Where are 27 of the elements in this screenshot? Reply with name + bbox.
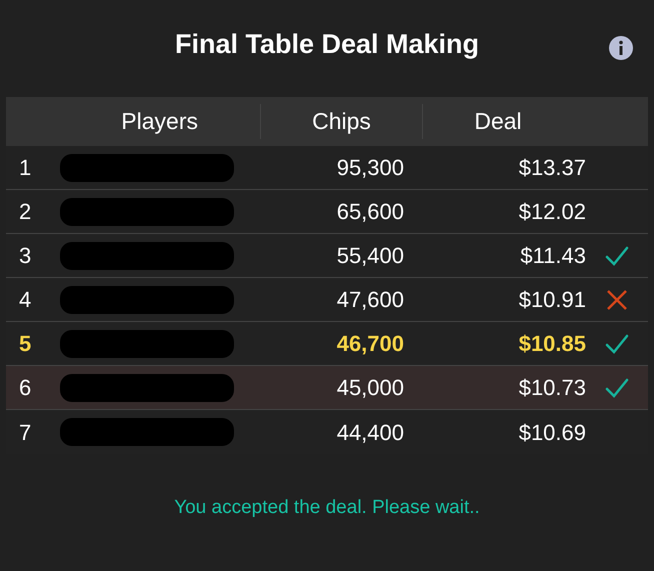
- info-icon[interactable]: [608, 35, 634, 61]
- deal-cell-text: $12.02: [518, 198, 586, 226]
- rank-cell-text: 2: [18, 198, 32, 226]
- rank-cell-text: 3: [18, 242, 32, 270]
- rank-cell-text: 4: [18, 286, 32, 314]
- dialog-title: Final Table Deal Making: [174, 28, 480, 62]
- rank-cell-text: 5: [18, 330, 32, 358]
- deal-cell-text: $10.91: [518, 286, 586, 314]
- chips-cell-text: 65,600: [336, 198, 404, 226]
- rank-cell-text: 7: [18, 418, 32, 446]
- column-header: Deal: [474, 107, 522, 136]
- column-header: Chips: [312, 107, 371, 136]
- chips-cell-text: 55,400: [336, 242, 404, 270]
- status-message: You accepted the deal. Please wait..: [174, 496, 480, 520]
- deal-cell-text: $10.73: [518, 374, 586, 402]
- chips-cell-text: 44,400: [336, 418, 404, 446]
- deal-cell-text: $11.43: [519, 242, 586, 270]
- chips-cell-text: 47,600: [336, 286, 404, 314]
- rank-cell-text: 1: [18, 154, 32, 182]
- chips-cell-text: 45,000: [336, 374, 404, 402]
- rank-cell-text: 6: [18, 374, 32, 402]
- deal-cell-text: $13.37: [518, 154, 586, 182]
- deal-cell-text: $10.85: [518, 330, 586, 358]
- column-header: Players: [121, 107, 198, 136]
- deal-cell-text: $10.69: [518, 418, 586, 446]
- chips-cell-text: 95,300: [336, 154, 404, 182]
- chips-cell-text: 46,700: [336, 330, 404, 358]
